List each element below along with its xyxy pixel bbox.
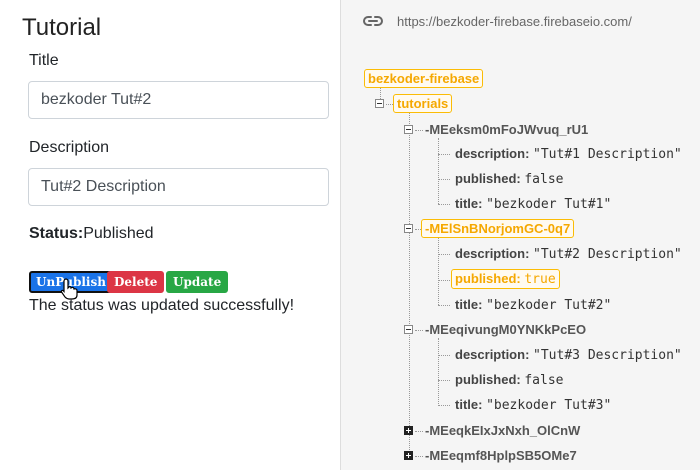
page-title: Tutorial	[22, 14, 102, 41]
tree-node-item[interactable]: -MEeqmf8HplpSB5OMe7	[425, 448, 577, 463]
title-input[interactable]	[28, 81, 329, 119]
collapse-icon[interactable]	[404, 125, 413, 134]
field-published-updated[interactable]: published: true	[451, 269, 560, 289]
field-description[interactable]: description: "Tut#2 Description"	[455, 246, 682, 262]
status-line: Status:Published	[29, 225, 154, 243]
collapse-icon[interactable]	[404, 325, 413, 334]
field-published[interactable]: published: false	[455, 372, 563, 388]
tree-node-item[interactable]: -MEeqkEIxJxNxh_OlCnW	[425, 423, 580, 438]
title-label: Title	[29, 52, 59, 69]
tree-node-item-updated[interactable]: -MElSnBNorjomGC-0q7	[421, 219, 575, 238]
tree-node-item[interactable]: -MEeksm0mFoJWvuq_rU1	[425, 122, 588, 137]
description-label: Description	[29, 139, 110, 156]
expand-icon[interactable]	[404, 426, 413, 435]
tree-node-tutorials[interactable]: tutorials	[393, 94, 453, 113]
field-title[interactable]: title: "bezkoder Tut#1"	[455, 196, 611, 212]
field-title[interactable]: title: "bezkoder Tut#2"	[455, 297, 611, 313]
field-description[interactable]: description: "Tut#3 Description"	[455, 347, 682, 363]
status-value: Published	[83, 225, 154, 242]
tree-node-item[interactable]: -MEeqivungM0YNKkPcEO	[425, 322, 586, 337]
firebase-panel: https://bezkoder-firebase.firebaseio.com…	[340, 0, 700, 470]
hand-pointer-icon	[60, 278, 78, 300]
field-title[interactable]: title: "bezkoder Tut#3"	[455, 397, 611, 413]
description-input[interactable]	[28, 168, 329, 206]
tutorial-panel: Tutorial Title Description Status:Publis…	[0, 0, 340, 470]
collapse-icon[interactable]	[404, 224, 413, 233]
expand-icon[interactable]	[404, 451, 413, 460]
data-tree: bezkoder-firebase tutorials -MEeksm0mFoJ…	[341, 0, 700, 470]
field-description[interactable]: description: "Tut#1 Description"	[455, 146, 682, 162]
status-label: Status:	[29, 225, 84, 242]
collapse-icon[interactable]	[375, 99, 384, 108]
delete-button[interactable]: Delete	[107, 271, 165, 293]
tree-root[interactable]: bezkoder-firebase	[364, 69, 484, 88]
update-button[interactable]: Update	[166, 271, 229, 293]
field-published[interactable]: published: false	[455, 171, 563, 187]
